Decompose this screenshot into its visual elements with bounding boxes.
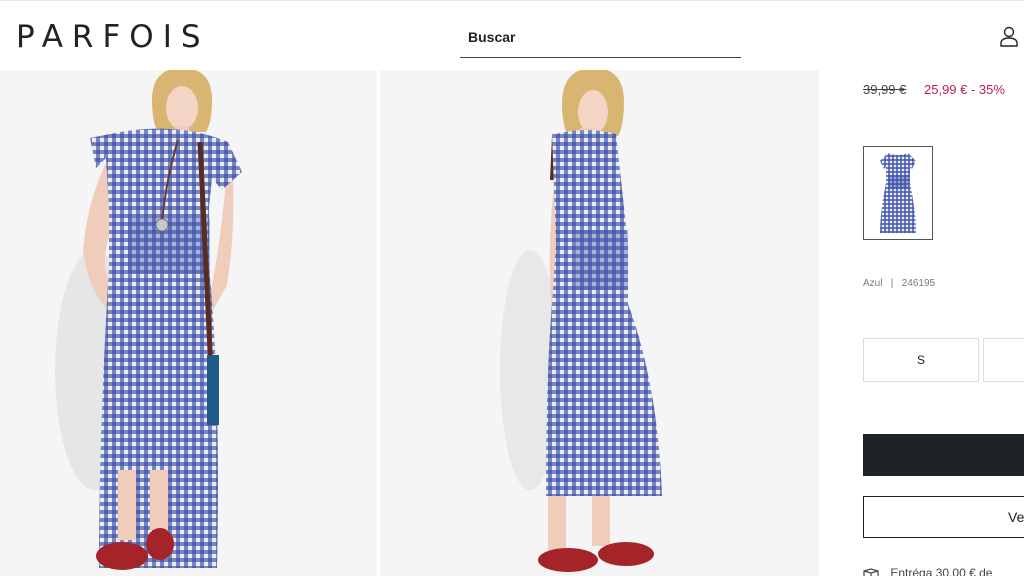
user-icon[interactable] (998, 25, 1020, 47)
size-option-m[interactable]: M (983, 338, 1024, 382)
shipping-info: Entréga 30,00 € de (863, 566, 992, 576)
separator: | (890, 278, 894, 289)
sale-price: 25,99 € - 35% (924, 82, 1005, 97)
product-info-panel: 39,99 € 25,99 € - 35% Azul | 246195 S M … (819, 70, 1024, 576)
product-image-front[interactable] (0, 70, 377, 576)
dress-thumbnail-image (880, 153, 916, 233)
original-price: 39,99 € (863, 82, 907, 97)
color-name: Azul (863, 278, 883, 289)
size-option-s[interactable]: S (863, 338, 979, 382)
search-input[interactable] (460, 21, 741, 53)
search-bar[interactable] (460, 21, 741, 58)
color-thumbnail[interactable] (863, 146, 933, 240)
product-gallery (0, 70, 819, 576)
site-header: PARFOIS (0, 0, 1024, 70)
reference-number: 246195 (901, 278, 936, 289)
logo[interactable]: PARFOIS (16, 19, 210, 55)
add-to-cart-button[interactable]: A (863, 434, 1024, 476)
product-image-side[interactable] (380, 70, 819, 576)
secondary-action-button[interactable]: Ve (863, 496, 1024, 538)
shipping-text: Entréga 30,00 € de (890, 566, 993, 576)
box-icon (863, 568, 879, 576)
variant-info: Azul | 246195 (863, 278, 935, 289)
